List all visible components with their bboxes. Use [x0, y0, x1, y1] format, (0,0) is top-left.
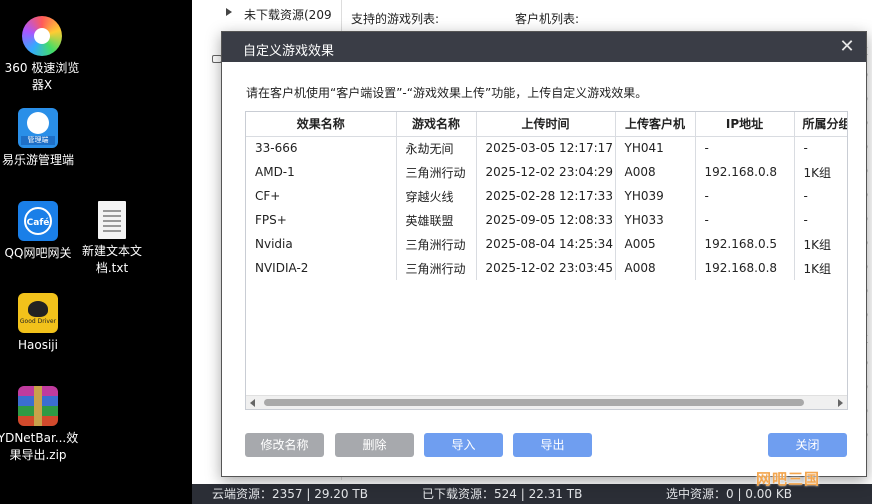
cell-effect-name: 33-666 [246, 136, 397, 160]
column-header-effect-name[interactable]: 效果名称 [246, 112, 397, 137]
status-cloud: 云端资源：2357 | 29.20 TB [212, 487, 368, 501]
cell-upload-client: A005 [615, 232, 696, 256]
cell-ip: - [695, 136, 795, 160]
column-header-ip[interactable]: IP地址 [695, 112, 795, 137]
dialog-titlebar[interactable]: 自定义游戏效果 ✕ [222, 32, 866, 62]
cell-upload-time: 2025-08-04 14:25:34 [476, 232, 616, 256]
table-row[interactable]: AMD-1 三角洲行动 2025-12-02 23:04:29 A008 192… [246, 160, 847, 184]
table-row[interactable]: CF+ 穿越火线 2025-02-28 12:17:33 YH039 - - [246, 184, 847, 208]
cell-upload-time: 2025-12-02 23:03:45 [476, 256, 616, 280]
cell-group: - [794, 136, 847, 160]
effects-table: 效果名称 游戏名称 上传时间 上传客户机 IP地址 所属分组 33-666 永劫… [245, 111, 848, 410]
status-downloaded: 已下载资源：524 | 22.31 TB [422, 487, 583, 501]
column-header-upload-time[interactable]: 上传时间 [476, 112, 616, 137]
rename-button[interactable]: 修改名称 [245, 433, 324, 457]
column-header-upload-client[interactable]: 上传客户机 [615, 112, 696, 137]
cell-upload-client: A008 [615, 256, 696, 280]
cell-effect-name: CF+ [246, 184, 397, 208]
tree-item-undownloaded[interactable]: 未下载资源(209 [244, 6, 332, 23]
export-button[interactable]: 导出 [513, 433, 592, 457]
desktop-icon-360-browser[interactable]: 360 极速浏览器X [0, 16, 84, 94]
desktop: 360 极速浏览器X 管理端 易乐游管理端 Café QQ网吧网关 新建文本文档… [0, 0, 192, 504]
yileyou-badge: 管理端 [21, 136, 55, 145]
winrar-archive-icon [18, 386, 58, 426]
desktop-icon-zip[interactable]: YDNetBar...效果导出.zip [0, 386, 80, 464]
expand-arrow-icon[interactable] [226, 8, 232, 16]
cell-ip: - [695, 184, 795, 208]
cell-upload-client: YH041 [615, 136, 696, 160]
instruction-text: 请在客户机使用“客户端设置”-“游戏效果上传”功能，上传自定义游戏效果。 [246, 86, 648, 100]
cell-effect-name: Nvidia [246, 232, 397, 256]
browser-360-icon [22, 16, 62, 56]
cell-upload-time: 2025-12-02 23:04:29 [476, 160, 616, 184]
import-button[interactable]: 导入 [424, 433, 503, 457]
column-header-game-name[interactable]: 游戏名称 [396, 112, 477, 137]
horizontal-scrollbar[interactable] [246, 395, 847, 409]
dialog-title: 自定义游戏效果 [243, 44, 335, 59]
desktop-icon-label: 360 极速浏览器X [4, 61, 80, 92]
desktop-icon-label: 新建文本文档.txt [81, 244, 142, 275]
table-row[interactable]: 33-666 永劫无间 2025-03-05 12:17:17 YH041 - … [246, 136, 847, 160]
cell-upload-client: YH033 [615, 208, 696, 232]
scrollbar-thumb[interactable] [264, 399, 804, 406]
cell-ip: 192.168.0.8 [695, 160, 795, 184]
desktop-icon-qq-cafe[interactable]: Café QQ网吧网关 [0, 201, 80, 262]
cell-game-name: 三角洲行动 [396, 256, 477, 280]
close-icon[interactable]: ✕ [838, 38, 856, 56]
client-list-label: 客户机列表: [515, 12, 580, 26]
column-header-group[interactable]: 所属分组 [794, 112, 847, 137]
desktop-icon-label: 易乐游管理端 [1, 153, 74, 167]
watermark-logo: 网吧三国 [756, 470, 821, 488]
desktop-icon-yileyou[interactable]: 管理端 易乐游管理端 [0, 108, 80, 169]
cell-upload-time: 2025-02-28 12:17:33 [476, 184, 616, 208]
cell-group: - [794, 208, 847, 232]
delete-button[interactable]: 删除 [335, 433, 414, 457]
cell-ip: 192.168.0.8 [695, 256, 795, 280]
cell-effect-name: NVIDIA-2 [246, 256, 397, 280]
yileyou-icon: 管理端 [18, 108, 58, 148]
scroll-right-icon[interactable] [838, 399, 843, 407]
desktop-icon-label: Haosiji [18, 338, 58, 352]
cell-upload-client: A008 [615, 160, 696, 184]
desktop-icon-label: QQ网吧网关 [4, 246, 72, 260]
table-row[interactable]: Nvidia 三角洲行动 2025-08-04 14:25:34 A005 19… [246, 232, 847, 256]
cell-group: 1K组 [794, 160, 847, 184]
qq-cafe-icon: Café [18, 201, 58, 241]
cell-group: - [794, 184, 847, 208]
haosiji-badge: Good Driver [19, 318, 57, 325]
cell-group: 1K组 [794, 256, 847, 280]
cell-ip: - [695, 208, 795, 232]
cell-upload-client: YH039 [615, 184, 696, 208]
scroll-left-icon[interactable] [250, 399, 255, 407]
cell-group: 1K组 [794, 232, 847, 256]
cell-effect-name: AMD-1 [246, 160, 397, 184]
table-header-row: 效果名称 游戏名称 上传时间 上传客户机 IP地址 所属分组 [246, 112, 847, 137]
cell-game-name: 穿越火线 [396, 184, 477, 208]
custom-game-effect-dialog: 自定义游戏效果 ✕ 请在客户机使用“客户端设置”-“游戏效果上传”功能，上传自定… [221, 31, 867, 477]
cell-upload-time: 2025-03-05 12:17:17 [476, 136, 616, 160]
cell-upload-time: 2025-09-05 12:08:33 [476, 208, 616, 232]
text-file-icon [98, 201, 126, 239]
cell-effect-name: FPS+ [246, 208, 397, 232]
supported-games-label: 支持的游戏列表: [351, 12, 440, 26]
table-row[interactable]: FPS+ 英雄联盟 2025-09-05 12:08:33 YH033 - - [246, 208, 847, 232]
cell-game-name: 英雄联盟 [396, 208, 477, 232]
desktop-icon-label: YDNetBar...效果导出.zip [0, 431, 79, 462]
cell-game-name: 三角洲行动 [396, 232, 477, 256]
desktop-icon-haosiji[interactable]: Good Driver Haosiji [0, 293, 80, 354]
table-row[interactable]: NVIDIA-2 三角洲行动 2025-12-02 23:03:45 A008 … [246, 256, 847, 280]
qq-cafe-badge: Café [26, 218, 50, 228]
cell-ip: 192.168.0.5 [695, 232, 795, 256]
close-button[interactable]: 关闭 [768, 433, 847, 457]
cell-game-name: 三角洲行动 [396, 160, 477, 184]
cell-game-name: 永劫无间 [396, 136, 477, 160]
haosiji-icon: Good Driver [18, 293, 58, 333]
desktop-icon-new-text-doc[interactable]: 新建文本文档.txt [70, 201, 154, 277]
